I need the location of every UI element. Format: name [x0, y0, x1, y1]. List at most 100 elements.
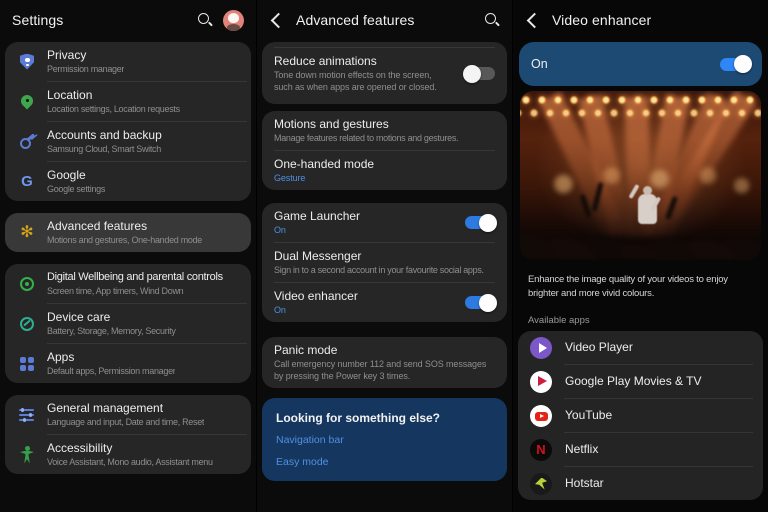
item-title: Accounts and backup	[47, 128, 162, 142]
available-apps-card: Video Player Google Play Movies & TV You…	[518, 331, 763, 500]
setting-row-video-enhancer[interactable]: Video enhancer On	[262, 283, 507, 322]
privacy-shield-icon	[17, 52, 37, 72]
netflix-icon: N	[530, 438, 552, 461]
item-subtitle: Voice Assistant, Mono audio, Assistant m…	[47, 457, 213, 467]
setting-title: Panic mode	[274, 343, 338, 357]
setting-subtitle: Call emergency number 112 and send SOS m…	[274, 359, 487, 381]
accessibility-person-icon	[17, 445, 37, 465]
item-subtitle: Google settings	[47, 184, 106, 194]
search-icon[interactable]	[484, 12, 500, 28]
sidebar-item-accessibility[interactable]: Accessibility Voice Assistant, Mono audi…	[5, 435, 251, 474]
setting-title: Reduce animations	[274, 54, 377, 68]
reduce-animations-toggle[interactable]	[463, 64, 495, 83]
app-row-hotstar[interactable]: Hotstar	[518, 467, 763, 500]
sidebar-item-accounts-backup[interactable]: Accounts and backup Samsung Cloud, Smart…	[5, 122, 251, 161]
easy-mode-link[interactable]: Easy mode	[276, 456, 493, 469]
master-switch-label: On	[531, 56, 548, 71]
google-g-icon: G	[21, 172, 33, 190]
setting-row-panic-mode[interactable]: Panic mode Call emergency number 112 and…	[262, 337, 507, 388]
looking-for-title: Looking for something else?	[276, 411, 441, 425]
advanced-header: Advanced features	[257, 0, 512, 40]
game-launcher-toggle[interactable]	[465, 213, 497, 232]
sidebar-item-apps[interactable]: Apps Default apps, Permission manager	[5, 344, 251, 383]
youtube-icon	[530, 404, 552, 427]
item-subtitle: Samsung Cloud, Smart Switch	[47, 144, 161, 154]
advanced-card-3: Game Launcher On Dual Messenger Sign in …	[262, 203, 507, 322]
crowd-silhouette	[520, 196, 761, 260]
setting-title: One-handed mode	[274, 157, 375, 171]
item-subtitle: Language and input, Date and time, Reset	[47, 417, 205, 427]
app-row-youtube[interactable]: YouTube	[518, 399, 763, 432]
video-enhancer-panel: Video enhancer On Enhance the image qual…	[512, 0, 768, 512]
app-label: Video Player	[565, 340, 633, 354]
settings-panel: Settings Privacy Permission manager Loca…	[0, 0, 256, 512]
item-title: Advanced features	[47, 219, 148, 233]
advanced-card-2: Motions and gestures Manage features rel…	[262, 111, 507, 190]
item-title: General management	[47, 401, 164, 415]
digital-wellbeing-icon	[17, 274, 37, 294]
avatar[interactable]	[223, 9, 244, 31]
app-label: Netflix	[565, 442, 599, 456]
app-row-google-play-movies[interactable]: Google Play Movies & TV	[518, 365, 763, 398]
search-icon[interactable]	[197, 12, 213, 28]
video-header: Video enhancer	[513, 0, 768, 40]
looking-for-card: Looking for something else? Navigation b…	[262, 398, 507, 481]
advanced-card-4: Panic mode Call emergency number 112 and…	[262, 337, 507, 388]
navigation-bar-link[interactable]: Navigation bar	[276, 434, 493, 447]
item-subtitle: Default apps, Permission manager	[47, 366, 176, 376]
app-row-netflix[interactable]: N Netflix	[518, 433, 763, 466]
item-title: Accessibility	[47, 441, 113, 455]
location-pin-icon	[17, 92, 37, 112]
settings-card-3: General management Language and input, D…	[5, 395, 251, 474]
item-title: Digital Wellbeing and parental controls	[47, 271, 223, 283]
item-subtitle: Permission manager	[47, 64, 125, 74]
item-title: Apps	[47, 350, 75, 364]
settings-card-selected: ✻ Advanced features Motions and gestures…	[5, 213, 251, 252]
sidebar-item-advanced-features[interactable]: ✻ Advanced features Motions and gestures…	[5, 213, 251, 252]
feature-description: Enhance the image quality of your videos…	[528, 274, 728, 299]
setting-title: Motions and gestures	[274, 117, 389, 131]
item-subtitle: Motions and gestures, One-handed mode	[47, 235, 203, 245]
setting-value: Gesture	[274, 173, 306, 183]
setting-row-motions-gestures[interactable]: Motions and gestures Manage features rel…	[262, 111, 507, 150]
key-icon	[17, 132, 37, 152]
setting-value: On	[274, 305, 286, 315]
sidebar-item-location[interactable]: Location Location settings, Location req…	[5, 82, 251, 121]
sidebar-item-general-management[interactable]: General management Language and input, D…	[5, 395, 251, 434]
page-title: Settings	[12, 12, 64, 28]
advanced-features-panel: Advanced features Reduce animations Tone…	[256, 0, 512, 512]
video-enhancer-toggle[interactable]	[465, 293, 497, 312]
available-apps-label: Available apps	[528, 315, 590, 326]
settings-card-1: Privacy Permission manager Location Loca…	[5, 42, 251, 201]
app-label: Hotstar	[565, 476, 604, 490]
master-switch-card[interactable]: On	[519, 42, 762, 86]
hotstar-icon	[530, 472, 552, 495]
setting-subtitle: Tone down motion effects on the screen, …	[274, 70, 437, 92]
item-title: Device care	[47, 310, 111, 324]
page-title: Video enhancer	[552, 12, 652, 28]
sidebar-item-device-care[interactable]: Device care Battery, Storage, Memory, Se…	[5, 304, 251, 343]
sidebar-item-privacy[interactable]: Privacy Permission manager	[5, 42, 251, 81]
setting-row-game-launcher[interactable]: Game Launcher On	[262, 203, 507, 242]
back-arrow-icon[interactable]	[270, 12, 287, 28]
setting-row-dual-messenger[interactable]: Dual Messenger Sign in to a second accou…	[262, 243, 507, 282]
master-toggle[interactable]	[720, 55, 752, 73]
item-subtitle: Screen time, App timers, Wind Down	[47, 286, 184, 296]
video-player-icon	[530, 336, 552, 359]
back-arrow-icon[interactable]	[526, 12, 543, 28]
setting-title: Dual Messenger	[274, 249, 362, 263]
sidebar-item-google[interactable]: G Google Google settings	[5, 162, 251, 201]
sidebar-item-digital-wellbeing[interactable]: Digital Wellbeing and parental controls …	[5, 264, 251, 303]
item-subtitle: Battery, Storage, Memory, Security	[47, 326, 176, 336]
item-subtitle: Location settings, Location requests	[47, 104, 180, 114]
setting-title: Video enhancer	[274, 289, 358, 303]
setting-row-reduce-animations[interactable]: Reduce animations Tone down motion effec…	[262, 48, 507, 99]
setting-row-one-handed-mode[interactable]: One-handed mode Gesture	[262, 151, 507, 190]
settings-card-2: Digital Wellbeing and parental controls …	[5, 264, 251, 383]
item-title: Location	[47, 88, 93, 102]
app-label: Google Play Movies & TV	[565, 374, 702, 388]
app-row-video-player[interactable]: Video Player	[518, 331, 763, 364]
page-title: Advanced features	[296, 12, 415, 28]
settings-header: Settings	[0, 0, 256, 40]
google-play-movies-icon	[530, 370, 552, 393]
